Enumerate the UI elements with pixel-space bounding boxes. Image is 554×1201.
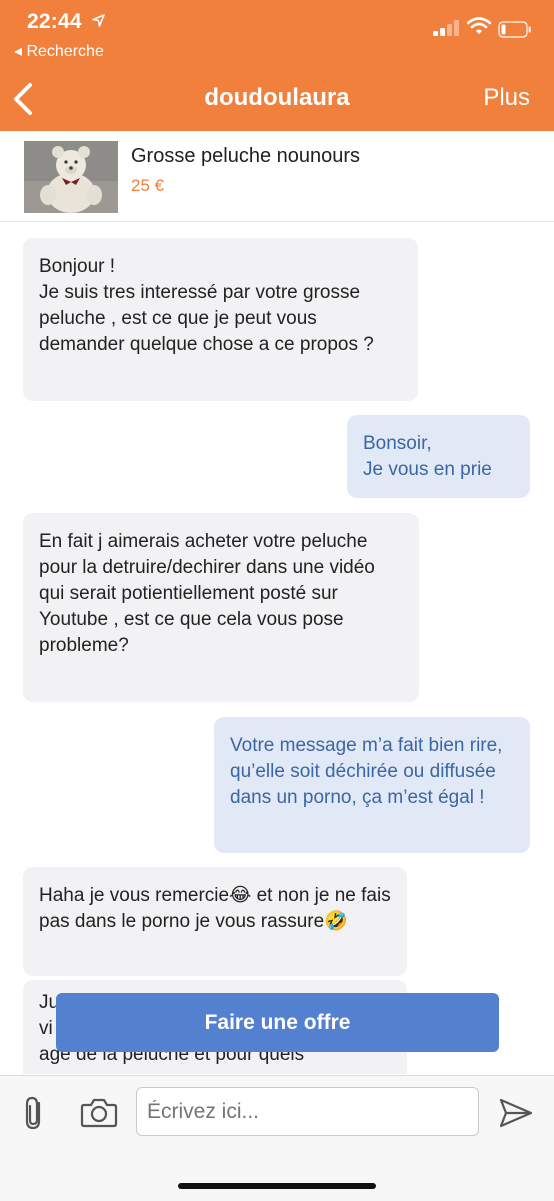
product-title: Grosse peluche nounours	[131, 145, 361, 167]
message-bubble-incoming: Bonjour ! Je suis tres interessé par vot…	[23, 238, 418, 401]
paperclip-icon[interactable]	[21, 1095, 49, 1131]
more-button[interactable]: Plus	[483, 84, 530, 112]
make-offer-button[interactable]: Faire une offre	[56, 993, 499, 1052]
product-price: 25 €	[131, 176, 165, 195]
header: 22:44 ◂ Recherche doudoulaura Plus	[0, 0, 554, 131]
battery-icon	[498, 21, 531, 38]
message-bubble-incoming: En fait j aimerais acheter votre peluche…	[23, 513, 419, 702]
message-bubble-outgoing: Votre message m’a fait bien rire, qu’ell…	[214, 717, 530, 853]
home-indicator	[178, 1183, 376, 1189]
composer-bar	[0, 1075, 554, 1201]
location-arrow-icon	[92, 14, 105, 27]
message-bubble-outgoing: Bonsoir, Je vous en prie	[347, 415, 530, 498]
conversation-title: doudoulaura	[204, 84, 350, 111]
message-list[interactable]: Bonjour ! Je suis tres interessé par vot…	[0, 222, 554, 1074]
camera-icon[interactable]	[80, 1096, 118, 1128]
cellular-signal-icon	[433, 20, 459, 36]
wifi-icon	[467, 17, 491, 34]
status-time: 22:44	[27, 10, 82, 33]
message-input[interactable]	[136, 1087, 479, 1136]
product-thumbnail	[24, 141, 118, 213]
send-icon[interactable]	[498, 1097, 534, 1129]
product-summary[interactable]: Grosse peluche nounours 25 €	[0, 131, 554, 222]
message-bubble-incoming: Haha je vous remercie😂 et non je ne fais…	[23, 867, 407, 976]
back-to-app-link[interactable]: ◂ Recherche	[14, 41, 104, 61]
